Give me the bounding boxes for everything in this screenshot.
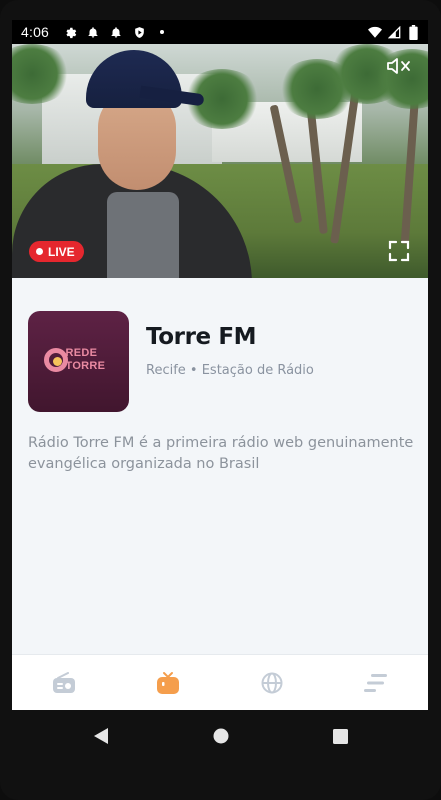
bottom-navigation: [12, 654, 428, 710]
globe-icon: [261, 672, 283, 694]
dot-icon: [155, 25, 169, 39]
logo-text-line1: REDE: [65, 346, 98, 359]
nav-radio[interactable]: [12, 655, 116, 710]
battery-icon: [406, 24, 420, 40]
volume-muted-icon: [387, 58, 410, 74]
mute-button[interactable]: [386, 55, 412, 77]
back-icon: [93, 728, 108, 744]
settings-icon: [63, 25, 77, 39]
home-button[interactable]: [211, 726, 231, 746]
nav-menu[interactable]: [324, 655, 428, 710]
notification-bell-icon: [86, 25, 100, 39]
wifi-icon: [368, 25, 382, 39]
status-notification-icons: [63, 25, 169, 39]
recents-icon: [333, 728, 348, 744]
live-badge: LIVE: [29, 241, 84, 262]
recents-button[interactable]: [331, 726, 351, 746]
fullscreen-button[interactable]: [388, 240, 410, 262]
status-system-icons: [368, 24, 420, 40]
nav-explore[interactable]: [220, 655, 324, 710]
status-time: 4:06: [21, 24, 50, 40]
cellular-signal-icon: [387, 25, 401, 39]
menu-icon: [364, 674, 387, 692]
tv-icon: [157, 672, 179, 694]
station-name: Torre FM: [146, 324, 257, 350]
live-label: LIVE: [48, 244, 75, 259]
app-screen: 4:06 LIVE REDE TORRE Torre FM Recife • E…: [12, 20, 428, 710]
play-shield-icon: [132, 25, 146, 39]
station-meta: Recife • Estação de Rádio: [146, 363, 314, 378]
station-logo: REDE TORRE: [28, 311, 129, 412]
fullscreen-icon: [388, 240, 410, 262]
back-button[interactable]: [91, 726, 111, 746]
live-video-player[interactable]: LIVE: [12, 44, 428, 278]
status-bar: 4:06: [12, 20, 428, 44]
logo-text-line2: TORRE: [65, 359, 106, 372]
home-icon: [213, 728, 228, 744]
radio-icon: [53, 672, 75, 693]
station-description: Rádio Torre FM é a primeira rádio web ge…: [28, 435, 414, 472]
nav-tv[interactable]: [116, 655, 220, 710]
system-navigation-bar: [0, 710, 441, 762]
live-dot-icon: [36, 248, 43, 255]
notification-bell-icon: [109, 25, 123, 39]
